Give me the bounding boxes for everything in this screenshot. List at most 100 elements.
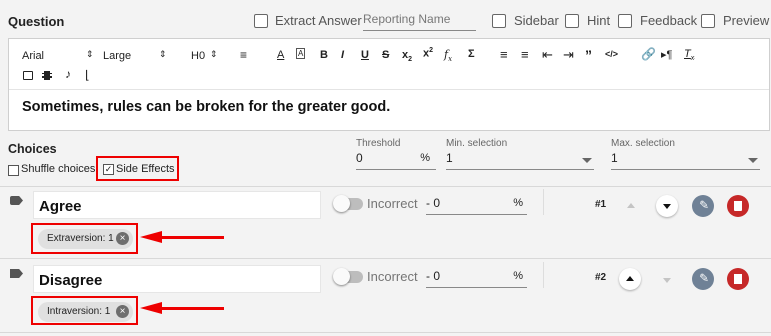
max-selection-value: 1 <box>611 151 618 165</box>
image-icon[interactable] <box>23 71 33 80</box>
clear-format-icon[interactable]: Tx <box>684 48 694 62</box>
attachment-icon[interactable]: ⌊ <box>85 68 90 82</box>
move-down-icon[interactable] <box>663 278 671 283</box>
code-icon[interactable]: </> <box>605 49 618 59</box>
superscript-icon[interactable]: x2 <box>423 47 433 60</box>
choice-divider <box>0 258 771 259</box>
correct-toggle[interactable] <box>333 268 363 285</box>
move-up-button[interactable] <box>619 268 641 290</box>
reporting-name-placeholder: Reporting Name <box>363 12 451 26</box>
trash-icon <box>734 274 742 284</box>
delete-button[interactable] <box>727 268 749 290</box>
edit-button[interactable]: ✏ <box>692 268 714 290</box>
reporting-name-input[interactable]: Reporting Name <box>363 10 476 31</box>
side-effect-chip: Intraversion: 1 × <box>38 302 133 322</box>
extract-answer-checkbox[interactable] <box>254 14 268 28</box>
preview-label: Preview <box>723 13 770 28</box>
feedback-label: Feedback <box>640 13 698 28</box>
arrow-line <box>160 307 224 310</box>
remove-chip-icon[interactable]: × <box>116 232 129 245</box>
min-selection-value: 1 <box>446 151 453 165</box>
correct-toggle[interactable] <box>333 195 363 212</box>
choice-status-label: Incorrect <box>367 269 418 284</box>
score-input[interactable]: - 0 % <box>426 193 527 215</box>
delete-button[interactable] <box>727 195 749 217</box>
side-effect-chip: Extraversion: 1 × <box>38 229 133 249</box>
threshold-input[interactable]: 0 % <box>356 150 436 170</box>
arrow-head-icon <box>140 302 162 314</box>
score-value: - 0 <box>426 269 441 283</box>
question-title: Question <box>8 14 65 29</box>
strikethrough-icon[interactable]: S <box>382 49 389 61</box>
max-selection-label: Max. selection <box>611 138 675 149</box>
tag-icon[interactable] <box>10 196 23 205</box>
min-selection-label: Min. selection <box>446 138 508 149</box>
sidebar-checkbox[interactable] <box>492 14 506 28</box>
toggle-knob <box>333 195 350 212</box>
choice-row: Agree Incorrect - 0 % #1 ✏ Extraversion:… <box>0 187 771 257</box>
video-icon[interactable] <box>42 71 52 80</box>
chip-label: Extraversion: 1 <box>47 233 114 244</box>
align-left-icon[interactable]: ≡ <box>240 48 247 62</box>
toggle-knob <box>333 268 350 285</box>
tag-icon[interactable] <box>10 269 23 278</box>
annotation-arrow <box>140 302 225 314</box>
max-selection-select[interactable]: 1 <box>611 150 760 170</box>
font-size-select[interactable]: Large <box>103 50 131 62</box>
column-divider <box>543 189 544 215</box>
chip-label: Intraversion: 1 <box>47 306 111 317</box>
outdent-icon[interactable]: ⇤ <box>542 47 553 63</box>
link-icon[interactable]: 🔗 <box>641 47 656 61</box>
font-family-select[interactable]: Arial <box>22 50 44 62</box>
pencil-icon: ✏ <box>695 269 713 287</box>
hint-label: Hint <box>587 13 611 28</box>
rich-text-editor[interactable]: Arial ⇕ Large ⇕ H0 ⇕ ≡ A A B I U S x2 x2… <box>8 38 770 131</box>
underline-icon[interactable]: U <box>361 49 369 61</box>
min-selection-select[interactable]: 1 <box>446 150 594 170</box>
indent-icon[interactable]: ⇥ <box>563 47 574 63</box>
arrow-line <box>160 236 224 239</box>
choice-text-input[interactable]: Disagree <box>33 265 321 293</box>
subscript-icon[interactable]: x2 <box>402 49 412 63</box>
shuffle-choices-checkbox[interactable] <box>8 165 19 176</box>
text-color-icon[interactable]: A <box>277 49 284 61</box>
side-effects-checkbox[interactable]: ✓ <box>103 164 114 175</box>
preview-checkbox[interactable] <box>701 14 715 28</box>
edit-button[interactable]: ✏ <box>692 195 714 217</box>
highlight-icon[interactable]: A <box>296 48 306 59</box>
side-effects-label: Side Effects <box>116 163 175 175</box>
score-unit: % <box>513 270 523 282</box>
max-selection-dropdown-icon <box>748 158 758 163</box>
heading-arrows-icon: ⇕ <box>210 49 218 59</box>
numbered-list-icon[interactable]: ≡ <box>500 47 508 62</box>
feedback-checkbox[interactable] <box>618 14 632 28</box>
arrow-head-icon <box>140 231 162 243</box>
question-text[interactable]: Sometimes, rules can be broken for the g… <box>22 99 390 115</box>
choice-number: #2 <box>595 272 607 283</box>
bold-icon[interactable]: B <box>320 49 328 61</box>
min-selection-dropdown-icon <box>582 158 592 163</box>
paragraph-icon[interactable]: ▸¶ <box>661 48 672 61</box>
remove-chip-icon[interactable]: × <box>116 305 129 318</box>
font-family-arrows-icon: ⇕ <box>86 49 94 59</box>
bulleted-list-icon[interactable]: ≡ <box>521 47 529 62</box>
audio-icon[interactable]: ♪ <box>65 67 71 81</box>
choice-status-label: Incorrect <box>367 196 418 211</box>
choice-row: Disagree Incorrect - 0 % #2 ✏ Intraversi… <box>0 260 771 330</box>
extract-answer-label: Extract Answer <box>275 13 362 28</box>
chevron-up-icon <box>626 276 634 281</box>
sigma-icon[interactable]: Σ <box>468 48 475 60</box>
editor-toolbar-divider <box>9 89 769 90</box>
chevron-down-icon <box>663 204 671 209</box>
choice-text-input[interactable]: Agree <box>33 191 321 219</box>
score-input[interactable]: - 0 % <box>426 266 527 288</box>
threshold-unit: % <box>420 152 430 164</box>
quote-icon[interactable]: ” <box>585 47 592 63</box>
hint-checkbox[interactable] <box>565 14 579 28</box>
formula-icon[interactable]: fx <box>444 48 452 63</box>
heading-select[interactable]: H0 <box>191 50 205 62</box>
move-down-button[interactable] <box>656 195 678 217</box>
score-value: - 0 <box>426 196 441 210</box>
italic-icon[interactable]: I <box>341 49 344 61</box>
move-up-icon[interactable] <box>627 203 635 208</box>
